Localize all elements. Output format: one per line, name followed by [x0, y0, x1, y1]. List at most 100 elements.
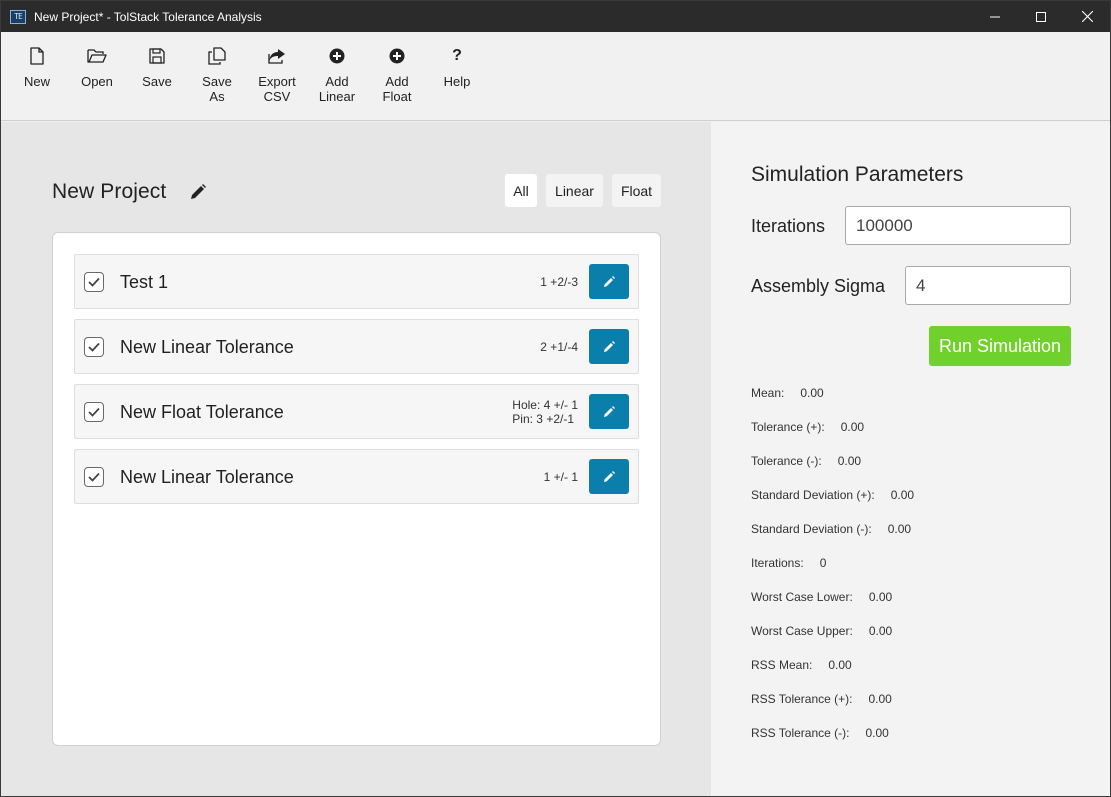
result-worst-case-upper: Worst Case Upper: 0.00 [751, 624, 892, 638]
result-value: 0.00 [800, 386, 824, 400]
edit-project-name-button[interactable] [188, 182, 208, 202]
tolerance-value: 1 +/- 1 [543, 470, 578, 484]
open-label: Open [81, 74, 113, 89]
result-rss-mean: RSS Mean: 0.00 [751, 658, 852, 672]
pencil-icon [604, 405, 615, 417]
result-value: 0.00 [865, 726, 889, 740]
window-controls [972, 1, 1110, 32]
tolerance-list-panel: New Project All Linear Float Test 1 1 +2… [1, 122, 711, 796]
result-value: 0.00 [887, 522, 912, 536]
result-label: Mean: [751, 386, 785, 400]
result-std-dev-plus: Standard Deviation (+): 0.00 [751, 488, 914, 502]
tolerance-name: New Linear Tolerance [120, 337, 294, 357]
result-label: Worst Case Upper: [751, 624, 853, 638]
result-value: 0.00 [890, 488, 915, 502]
save-as-label: Save As [202, 74, 232, 104]
result-value: 0.00 [868, 590, 893, 604]
checkmark-icon [88, 277, 100, 287]
app-window: TE New Project* - TolStack Tolerance Ana… [0, 0, 1111, 797]
help-label: Help [443, 74, 471, 89]
minimize-button[interactable] [972, 1, 1018, 32]
tolerance-name: New Float Tolerance [120, 402, 284, 422]
add-float-button[interactable]: Add Float [367, 32, 427, 121]
new-button[interactable]: New [7, 32, 67, 121]
tolerance-value: Hole: 4 +/- 1 Pin: 3 +2/-1 [512, 398, 578, 426]
run-simulation-button[interactable]: Run Simulation [929, 326, 1071, 366]
new-file-icon [27, 46, 47, 66]
result-value: 0.00 [868, 624, 893, 638]
close-icon [1081, 11, 1093, 22]
window-title: New Project* - TolStack Tolerance Analys… [34, 9, 262, 24]
folder-open-icon [87, 46, 107, 66]
result-label: RSS Tolerance (-): [751, 726, 850, 740]
new-label: New [23, 74, 50, 89]
result-value: 0.00 [837, 454, 862, 468]
result-rss-tolerance-minus: RSS Tolerance (-): 0.00 [751, 726, 889, 740]
add-linear-button[interactable]: Add Linear [307, 32, 367, 121]
app-logo-icon: TE [10, 9, 26, 24]
tolerance-value: 2 +1/-4 [540, 340, 578, 354]
result-std-dev-minus: Standard Deviation (-): 0.00 [751, 522, 911, 536]
tolerance-checkbox[interactable] [84, 467, 104, 487]
add-linear-label: Add Linear [318, 74, 356, 104]
add-float-label: Add Float [382, 74, 412, 104]
tolerance-row: New Float Tolerance Hole: 4 +/- 1 Pin: 3… [74, 384, 639, 439]
result-value: 0.00 [868, 692, 892, 706]
filter-all-button[interactable]: All [505, 174, 537, 207]
save-button[interactable]: Save [127, 32, 187, 121]
tolerance-value: 1 +2/-3 [540, 275, 578, 289]
save-as-button[interactable]: Save As [187, 32, 247, 121]
toolbar: New Open Save Save As Export CSV Add Lin… [1, 32, 1110, 121]
hole-value: Hole: 4 +/- 1 [512, 398, 578, 412]
maximize-button[interactable] [1018, 1, 1064, 32]
export-csv-button[interactable]: Export CSV [247, 32, 307, 121]
filter-float-button[interactable]: Float [612, 174, 661, 207]
share-export-icon [267, 46, 287, 66]
result-value: 0.00 [828, 658, 852, 672]
result-label: Standard Deviation (+): [751, 488, 875, 502]
minimize-icon [990, 16, 1000, 17]
project-title: New Project [52, 180, 167, 203]
plus-circle-icon [387, 46, 407, 66]
filter-linear-button[interactable]: Linear [546, 174, 603, 207]
tolerance-name: New Linear Tolerance [120, 467, 294, 487]
edit-tolerance-button[interactable] [589, 394, 629, 429]
assembly-sigma-label: Assembly Sigma [751, 276, 886, 296]
result-tolerance-minus: Tolerance (-): 0.00 [751, 454, 861, 468]
edit-tolerance-button[interactable] [589, 329, 629, 364]
simulation-panel: Simulation Parameters Iterations 100000 … [711, 122, 1110, 796]
tolerance-checkbox[interactable] [84, 272, 104, 292]
result-label: Tolerance (+): [751, 420, 825, 434]
checkmark-icon [88, 407, 100, 417]
pencil-icon [604, 340, 615, 352]
result-mean: Mean: 0.00 [751, 386, 824, 400]
tolerance-checkbox[interactable] [84, 337, 104, 357]
result-label: Worst Case Lower: [751, 590, 853, 604]
maximize-icon [1036, 11, 1046, 22]
close-button[interactable] [1064, 1, 1110, 32]
help-button[interactable]: ? Help [427, 32, 487, 121]
tolerance-row: Test 1 1 +2/-3 [74, 254, 639, 309]
edit-tolerance-button[interactable] [589, 459, 629, 494]
title-bar: TE New Project* - TolStack Tolerance Ana… [1, 1, 1110, 32]
result-label: RSS Tolerance (+): [751, 692, 853, 706]
pencil-icon [604, 470, 615, 482]
simulation-parameters-title: Simulation Parameters [751, 163, 964, 186]
tolerance-name: Test 1 [120, 272, 169, 292]
export-csv-label: Export CSV [258, 74, 296, 104]
save-label: Save [142, 74, 172, 89]
result-value: 0.00 [840, 420, 865, 434]
plus-circle-icon [327, 46, 347, 66]
assembly-sigma-input[interactable]: 4 [905, 266, 1071, 305]
result-value: 0 [819, 556, 827, 570]
result-label: Tolerance (-): [751, 454, 822, 468]
result-rss-tolerance-plus: RSS Tolerance (+): 0.00 [751, 692, 892, 706]
tolerance-checkbox[interactable] [84, 402, 104, 422]
edit-tolerance-button[interactable] [589, 264, 629, 299]
result-label: RSS Mean: [751, 658, 813, 672]
open-button[interactable]: Open [67, 32, 127, 121]
checkmark-icon [88, 472, 100, 482]
pin-value: Pin: 3 +2/-1 [512, 412, 575, 426]
tolerance-row: New Linear Tolerance 2 +1/-4 [74, 319, 639, 374]
iterations-input[interactable]: 100000 [845, 206, 1071, 245]
